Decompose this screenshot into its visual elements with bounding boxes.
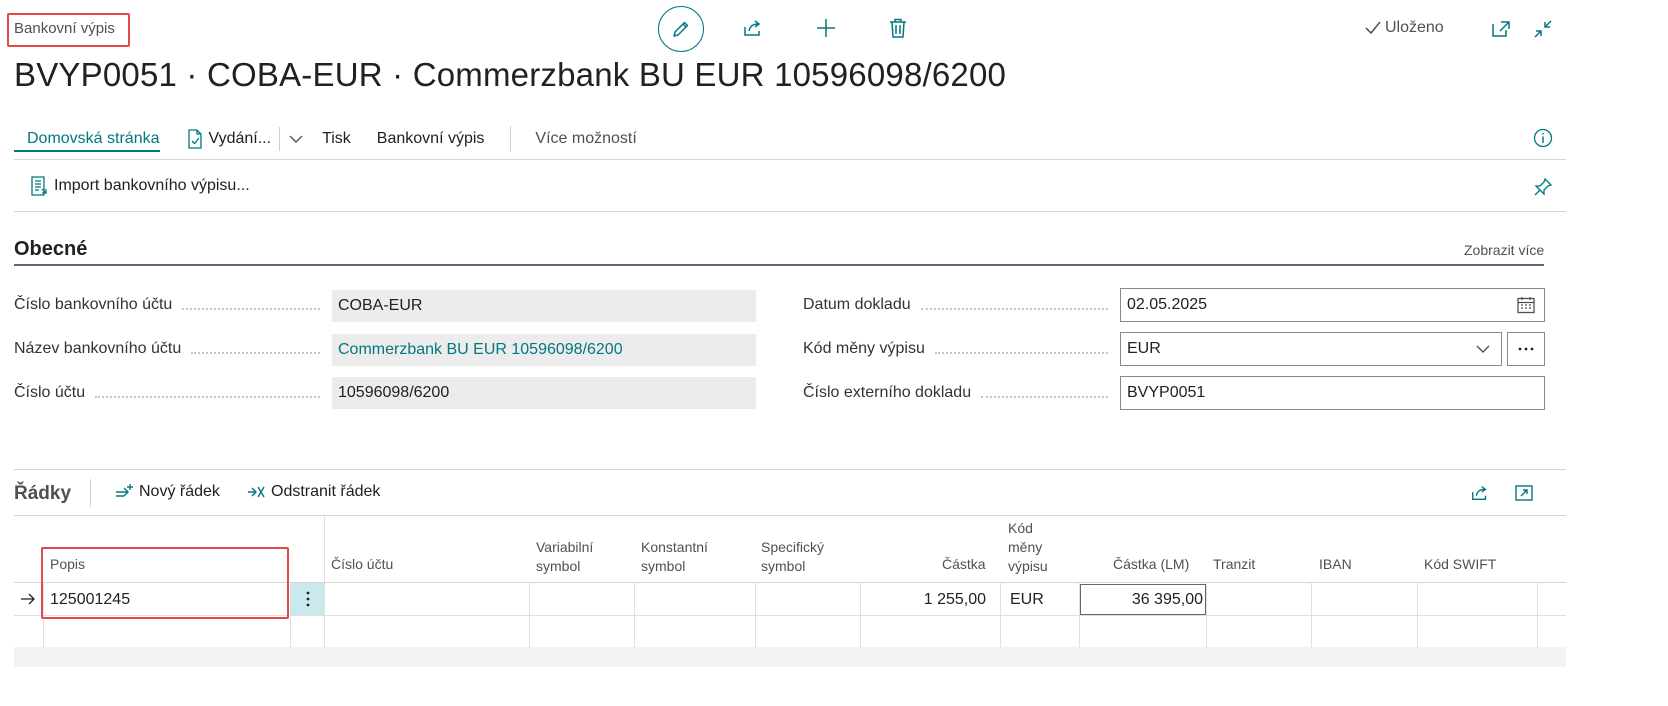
- cell-castka-lm: 36 395,00: [1131, 590, 1203, 608]
- share-icon: [744, 20, 761, 36]
- cell-castka[interactable]: 1 255,00: [860, 591, 986, 609]
- col-header-konstantni-symbol[interactable]: Konstantní symbol: [641, 538, 708, 576]
- cell-mena[interactable]: EUR: [1010, 591, 1044, 609]
- section-title-general: Obecné: [14, 238, 88, 260]
- action-issue[interactable]: Vydání...: [186, 129, 272, 149]
- page-caption: Bankovní výpis: [14, 20, 115, 37]
- col-header-specificky-symbol[interactable]: Specifický symbol: [761, 538, 824, 576]
- field-account-no: 10596098/6200: [332, 377, 756, 409]
- plus-icon: [817, 19, 835, 37]
- pin-button[interactable]: [1532, 176, 1554, 198]
- document-check-icon: [187, 129, 202, 149]
- info-icon: [1533, 128, 1553, 148]
- field-account-no-label: Číslo účtu: [14, 384, 330, 402]
- delete-line-button[interactable]: Odstranit řádek: [246, 483, 380, 501]
- ellipsis-icon: [1518, 347, 1534, 351]
- col-header-tranzit[interactable]: Tranzit: [1213, 555, 1255, 574]
- col-header-castka-lm[interactable]: Částka (LM): [1113, 555, 1189, 574]
- import-statement-button[interactable]: Import bankovního výpisu...: [30, 176, 250, 196]
- currency-lookup-button[interactable]: [1507, 332, 1545, 366]
- col-header-cislo-uctu[interactable]: Číslo účtu: [331, 555, 393, 574]
- field-currency-code[interactable]: EUR: [1120, 332, 1502, 366]
- vertical-ellipsis-icon: [306, 591, 309, 607]
- action-bank-statement[interactable]: Bankovní výpis: [377, 130, 485, 148]
- col-header-swift[interactable]: Kód SWIFT: [1424, 555, 1496, 574]
- field-external-doc[interactable]: BVYP0051: [1120, 376, 1545, 410]
- lines-divider: [90, 479, 91, 507]
- divider: [14, 211, 1566, 212]
- pencil-icon: [673, 21, 689, 37]
- action-more[interactable]: Více možností: [510, 126, 637, 152]
- row-indicator-arrow: [20, 592, 36, 611]
- open-new-window-button[interactable]: [1488, 16, 1514, 42]
- expand-icon: [1515, 485, 1533, 501]
- action-print-label: Tisk: [322, 130, 351, 147]
- action-home[interactable]: Domovská stránka: [14, 130, 160, 152]
- edit-button[interactable]: [658, 6, 704, 52]
- new-line-icon: [116, 484, 133, 497]
- field-currency-code-label: Kód měny výpisu: [803, 340, 1118, 358]
- trash-icon: [890, 18, 906, 38]
- calendar-icon[interactable]: [1516, 295, 1536, 315]
- action-bank-statement-label: Bankovní výpis: [376, 130, 485, 147]
- action-print[interactable]: Tisk: [322, 130, 351, 148]
- action-home-label: Domovská stránka: [27, 130, 160, 147]
- share-icon: [1472, 486, 1487, 501]
- chevron-down-icon: [289, 135, 303, 143]
- check-icon: [1365, 21, 1381, 35]
- saved-status: Uloženo: [1364, 19, 1444, 37]
- section-title-lines: Řádky: [14, 483, 72, 504]
- delete-button[interactable]: [884, 14, 912, 42]
- collapse-button[interactable]: [1530, 16, 1556, 42]
- open-new-window-icon: [1492, 21, 1510, 37]
- chevron-down-icon: [1476, 345, 1490, 353]
- col-header-castka[interactable]: Částka: [942, 555, 986, 574]
- col-header-variabilni-symbol[interactable]: Variabilní symbol: [536, 538, 593, 576]
- saved-label: Uloženo: [1385, 19, 1444, 36]
- show-more-link[interactable]: Zobrazit více: [1464, 242, 1544, 258]
- action-bar: Domovská stránka Vydání... Tisk Bankovní…: [14, 124, 663, 154]
- import-statement-label: Import bankovního výpisu...: [54, 177, 250, 194]
- divider: [14, 469, 1566, 470]
- popis-highlight: [41, 547, 289, 619]
- info-button[interactable]: [1532, 127, 1554, 149]
- new-line-label: Nový řádek: [139, 483, 220, 500]
- field-document-date-label: Datum dokladu: [803, 296, 1118, 314]
- document-date-value: 02.05.2025: [1127, 296, 1208, 313]
- new-button[interactable]: [812, 14, 840, 42]
- pin-icon: [1534, 177, 1553, 196]
- cell-castka-lm-input[interactable]: 36 395,00: [1080, 584, 1206, 615]
- arrow-right-icon: [21, 593, 35, 605]
- grid-bottom-scroll[interactable]: [14, 647, 1566, 667]
- collapse-icon: [1534, 20, 1552, 38]
- action-issue-dropdown[interactable]: [279, 127, 304, 151]
- currency-code-value: EUR: [1127, 340, 1161, 357]
- col-header-iban[interactable]: IBAN: [1319, 555, 1352, 574]
- section-underline: [14, 264, 1544, 266]
- divider: [14, 159, 1566, 160]
- new-line-button[interactable]: Nový řádek: [114, 483, 220, 501]
- field-document-date[interactable]: 02.05.2025: [1120, 288, 1545, 322]
- field-external-doc-label: Číslo externího dokladu: [803, 384, 1118, 402]
- field-bank-account-no: COBA-EUR: [332, 290, 756, 322]
- share-button[interactable]: [739, 14, 767, 42]
- action-more-label: Více možností: [535, 130, 637, 147]
- field-bank-account-name-label: Název bankovního účtu: [14, 340, 330, 358]
- lines-expand-button[interactable]: [1512, 481, 1536, 505]
- field-bank-account-no-label: Číslo bankovního účtu: [14, 296, 330, 314]
- delete-line-icon: [248, 486, 265, 498]
- col-header-kod-meny[interactable]: Kód měny výpisu: [1008, 519, 1048, 576]
- page-title: BVYP0051 · COBA-EUR · Commerzbank BU EUR…: [14, 56, 1007, 93]
- field-bank-account-name[interactable]: Commerzbank BU EUR 10596098/6200: [332, 334, 756, 366]
- import-document-icon: [31, 176, 47, 196]
- action-issue-label: Vydání...: [208, 130, 272, 147]
- row-menu-button[interactable]: [291, 583, 324, 615]
- lines-share-button[interactable]: [1468, 481, 1492, 505]
- delete-line-label: Odstranit řádek: [271, 483, 381, 500]
